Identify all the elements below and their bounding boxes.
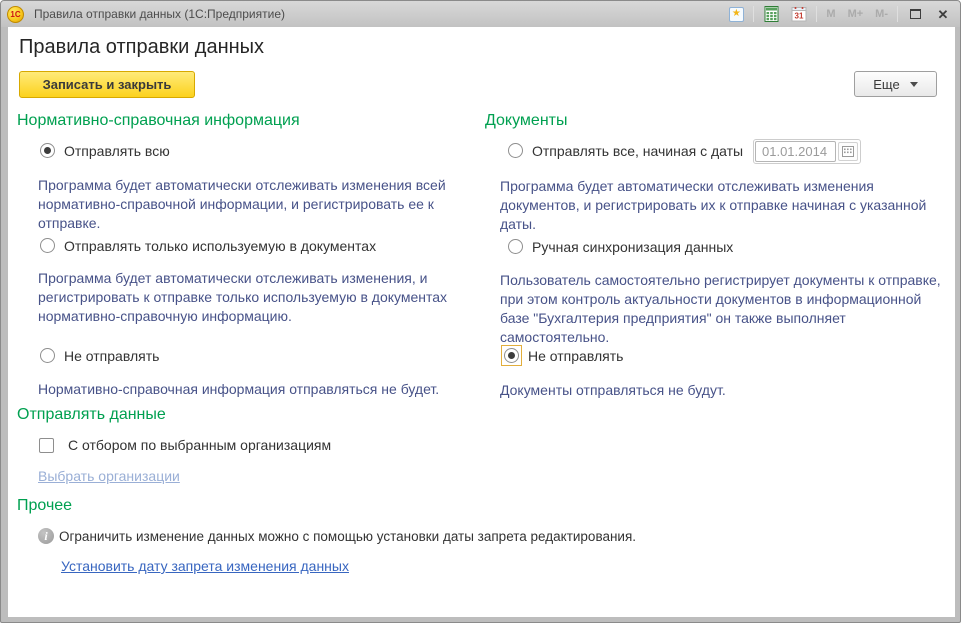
more-button[interactable]: Еще: [854, 71, 937, 97]
docs-option-send-all-from-date[interactable]: Отправлять все, начиная с даты: [505, 140, 743, 161]
docs-option-dont-send[interactable]: Не отправлять: [501, 345, 623, 366]
memory-button-m[interactable]: M: [823, 8, 838, 20]
titlebar: 1С Правила отправки данных (1С:Предприят…: [1, 1, 960, 27]
memory-button-m-minus[interactable]: M-: [872, 8, 891, 20]
titlebar-separator: [897, 6, 898, 22]
maximize-icon: [910, 9, 921, 19]
radio-button[interactable]: [40, 238, 55, 253]
memory-button-m-plus[interactable]: M+: [845, 8, 867, 20]
radio-box: [505, 236, 526, 257]
edit-restriction-hint: Ограничить изменение данных можно с помо…: [59, 529, 636, 544]
radio-label[interactable]: Отправлять только используемую в докумен…: [64, 238, 376, 254]
calculator-icon: [764, 6, 779, 22]
maximize-button[interactable]: [904, 4, 926, 24]
select-organizations-link[interactable]: Выбрать организации: [38, 468, 180, 484]
form-content: Правила отправки данных Записать и закры…: [8, 27, 955, 617]
calculator-button[interactable]: [760, 4, 782, 24]
radio-button[interactable]: [504, 348, 519, 363]
save-and-close-button[interactable]: Записать и закрыть: [19, 71, 195, 98]
radio-box: [501, 345, 522, 366]
star-icon: ★: [729, 7, 744, 22]
section-heading-documents: Документы: [485, 112, 567, 130]
radio-button[interactable]: [508, 239, 523, 254]
checkbox-label[interactable]: С отбором по выбранным организациям: [68, 437, 331, 453]
titlebar-separator: [753, 6, 754, 22]
radio-box: [37, 345, 58, 366]
radio-button[interactable]: [40, 348, 55, 363]
favorites-button[interactable]: ★: [725, 4, 747, 24]
radio-button[interactable]: [508, 143, 523, 158]
more-button-label: Еще: [873, 77, 899, 92]
page-title: Правила отправки данных: [19, 36, 264, 59]
filter-by-orgs-option[interactable]: С отбором по выбранным организациям: [39, 437, 331, 453]
radio-button[interactable]: [40, 143, 55, 158]
radio-label[interactable]: Ручная синхронизация данных: [532, 239, 733, 255]
calendar-grid-icon: [842, 146, 854, 157]
nsi-option-send-all[interactable]: Отправлять всю: [37, 140, 170, 161]
close-button[interactable]: ✕: [932, 4, 954, 24]
start-date-control: 01.01.2014: [753, 139, 861, 164]
nsi-option-send-used-only[interactable]: Отправлять только используемую в докумен…: [37, 235, 376, 256]
radio-label[interactable]: Не отправлять: [64, 348, 159, 364]
calendar-picker-button[interactable]: [838, 142, 858, 161]
radio-label[interactable]: Отправлять все, начиная с даты: [532, 143, 743, 159]
section-heading-nsi: Нормативно-справочная информация: [17, 112, 300, 130]
docs-option-manual-sync[interactable]: Ручная синхронизация данных: [505, 236, 733, 257]
svg-text:31: 31: [795, 12, 804, 21]
chevron-down-icon: [910, 82, 918, 87]
option-description: Документы отправляться не будут.: [500, 381, 952, 400]
section-heading-send-data: Отправлять данные: [17, 406, 166, 424]
close-icon: ✕: [938, 8, 949, 21]
option-description: Программа будет автоматически отслеживат…: [38, 269, 478, 326]
window-title: Правила отправки данных (1С:Предприятие): [34, 7, 285, 21]
radio-box: [37, 235, 58, 256]
option-description: Программа будет автоматически отслеживат…: [38, 176, 490, 233]
section-heading-other: Прочее: [17, 497, 72, 515]
nsi-option-dont-send[interactable]: Не отправлять: [37, 345, 159, 366]
titlebar-separator: [816, 6, 817, 22]
app-window: 1С Правила отправки данных (1С:Предприят…: [0, 0, 961, 623]
calendar-icon: 31: [791, 6, 807, 22]
filter-by-orgs-checkbox[interactable]: [39, 438, 54, 453]
option-description: Нормативно-справочная информация отправл…: [38, 380, 498, 399]
calendar-button[interactable]: 31: [788, 4, 810, 24]
titlebar-buttons: ★ 31: [725, 4, 954, 24]
radio-label[interactable]: Не отправлять: [528, 348, 623, 364]
option-description: Пользователь самостоятельно регистрирует…: [500, 271, 952, 347]
1c-logo-icon: 1С: [7, 6, 24, 23]
start-date-input[interactable]: 01.01.2014: [755, 141, 836, 162]
radio-label[interactable]: Отправлять всю: [64, 143, 170, 159]
info-icon: i: [38, 528, 54, 544]
set-restriction-date-link[interactable]: Установить дату запрета изменения данных: [61, 558, 349, 574]
radio-box: [37, 140, 58, 161]
option-description: Программа будет автоматически отслеживат…: [500, 177, 948, 234]
radio-box: [505, 140, 526, 161]
